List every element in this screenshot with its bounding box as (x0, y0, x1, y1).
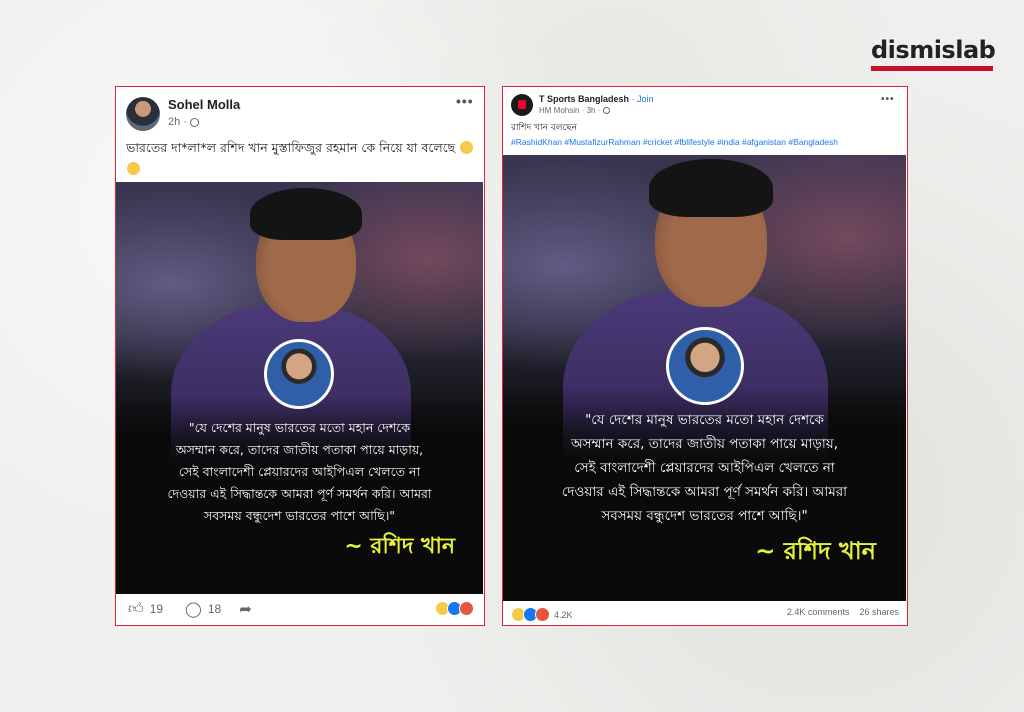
post-meta: 2h · (168, 116, 199, 128)
post-meta: HM Mohsin · 3h · (539, 106, 610, 115)
comment-count: 18 (207, 602, 222, 616)
quote-line: "যে দেশের মানুষ ভারতের মতো মহান দেশকে (585, 412, 824, 428)
globe-icon (602, 107, 610, 114)
quote-line: দেওয়ার এই সিদ্ধান্তকে আমরা পূর্ণ সমর্থন… (561, 484, 848, 500)
caption-text: রাশিদ খান বলছেন (511, 123, 577, 133)
facebook-post-right: T Sports Bangladesh · Join HM Mohsin · 3… (502, 86, 908, 626)
angry-reaction-icon (459, 601, 474, 616)
reaction-summary[interactable]: 4.2K (511, 607, 573, 622)
quote-line: সেই বাংলাদেশী প্লেয়ারদের আইপিএল খেলতে ন… (178, 464, 421, 479)
quote-text: "যে দেশের মানুষ ভারতের মতো মহান দেশকে অস… (116, 417, 483, 527)
post-caption: রাশিদ খান বলছেন (511, 120, 577, 135)
comment-count[interactable]: 2.4K comments (787, 607, 850, 617)
post-image[interactable]: "যে দেশের মানুষ ভারতের মতো মহান দেশকে অস… (503, 155, 906, 601)
reaction-summary[interactable] (435, 601, 474, 616)
like-count: 19 (149, 602, 164, 616)
facebook-post-left: Sohel Molla 2h · ••• ভারতের দা*লা*ল রশিদ… (115, 86, 485, 626)
grin-emoji-icon (460, 141, 474, 154)
page-name[interactable]: T Sports Bangladesh (539, 94, 629, 104)
signature: ~ রশিদ খান (344, 534, 455, 559)
page-name-row: T Sports Bangladesh · Join (539, 94, 654, 104)
quote-line: সবসময় বন্ধুদেশ ভারতের পাশে আছি।" (203, 508, 396, 523)
post-author-time[interactable]: HM Mohsin · 3h · (539, 106, 600, 115)
player-hair (649, 159, 773, 217)
join-link[interactable]: · Join (632, 94, 654, 104)
reaction-bar: 4.2K 2.4K comments 26 shares (503, 599, 907, 625)
avatar[interactable] (126, 97, 160, 131)
signature: ~ রশিদ খান (755, 537, 876, 565)
page-avatar[interactable] (511, 94, 533, 116)
comment-icon: ◯ (185, 601, 202, 618)
quote-line: অসম্মান করে, তাদের জাতীয় পতাকা পায়ে মা… (175, 442, 424, 457)
player-hair (250, 188, 362, 240)
inset-portrait (264, 339, 334, 409)
inset-portrait (666, 327, 744, 405)
more-options-icon[interactable]: ••• (456, 93, 474, 109)
reaction-bar: 👍︎ 19 ◯ 18 ➦ (116, 593, 484, 625)
share-count[interactable]: 26 shares (859, 607, 899, 617)
logo-underline (871, 66, 993, 71)
reaction-icons (511, 607, 550, 622)
angry-reaction-icon (535, 607, 550, 622)
post-time[interactable]: 2h · (168, 116, 187, 128)
comment-button[interactable]: ◯ 18 (185, 600, 221, 618)
post-image[interactable]: "যে দেশের মানুষ ভারতের মতো মহান দেশকে অস… (116, 182, 483, 594)
more-options-icon[interactable]: ••• (881, 94, 895, 105)
share-button[interactable]: ➦ (239, 600, 252, 618)
reaction-count: 4.2K (554, 609, 573, 620)
quote-line: সেই বাংলাদেশী প্লেয়ারদের আইপিএল খেলতে ন… (574, 460, 835, 476)
caption-text: ভারতের দা*লা*ল রশিদ খান মুস্তাফিজুর রহমা… (126, 140, 456, 155)
quote-line: সবসময় বন্ধুদেশ ভারতের পাশে আছি।" (601, 508, 808, 524)
quote-text: "যে দেশের মানুষ ভারতের মতো মহান দেশকে অস… (503, 408, 906, 528)
post-caption: ভারতের দা*লা*ল রশিদ খান মুস্তাফিজুর রহমা… (126, 137, 476, 179)
like-button[interactable]: 👍︎ 19 (128, 600, 163, 618)
quote-line: দেওয়ার এই সিদ্ধান্তকে আমরা পূর্ণ সমর্থন… (167, 486, 432, 501)
share-icon: ➦ (239, 601, 252, 618)
dismislab-logo: dismislab (871, 36, 996, 71)
grin-emoji-icon (127, 162, 140, 175)
quote-line: "যে দেশের মানুষ ভারতের মতো মহান দেশকে (188, 420, 411, 435)
author-name[interactable]: Sohel Molla (168, 97, 240, 112)
globe-icon (189, 117, 199, 127)
logo-text: dismislab (871, 36, 996, 64)
quote-line: অসম্মান করে, তাদের জাতীয় পতাকা পায়ে মা… (570, 436, 839, 452)
hashtags[interactable]: #RashidKhan #MustafizurRahman #cricket #… (511, 137, 838, 147)
like-icon: 👍︎ (128, 600, 144, 617)
engagement-stats: 2.4K comments 26 shares (787, 607, 899, 617)
